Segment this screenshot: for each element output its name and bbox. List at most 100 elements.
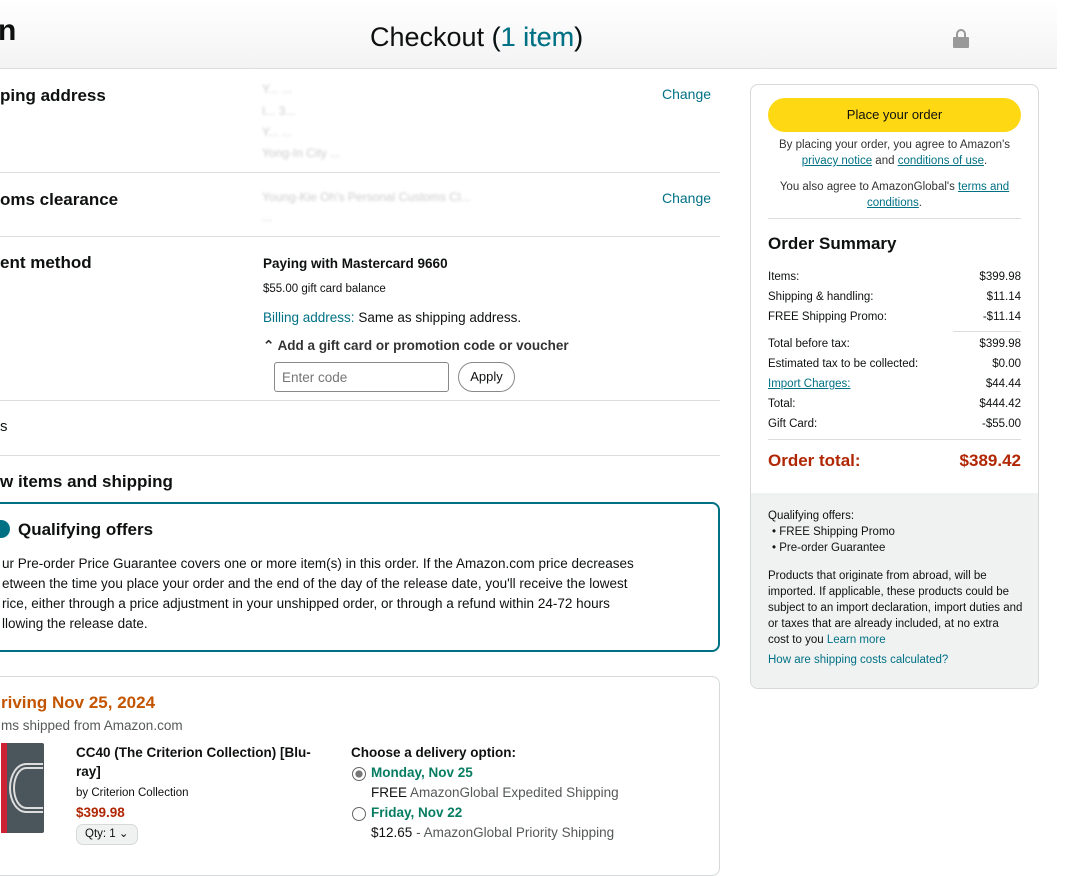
shipment-box: riving Nov 25, 2024 ms shipped from Amaz… — [0, 676, 720, 876]
import-charges-link[interactable]: Import Charges: — [768, 378, 850, 390]
paren: ( — [491, 22, 501, 52]
billing-address: Billing address: Same as shipping addres… — [263, 310, 521, 325]
global-agreement: You also agree to AmazonGlobal's terms a… — [779, 181, 1010, 209]
address-line: Y... ... — [262, 82, 292, 96]
delivery-option-radio-selected[interactable] — [352, 767, 366, 781]
row-value: $0.00 — [992, 358, 1021, 370]
row-label: Shipping & handling: — [768, 291, 874, 303]
item-count: 1 item — [500, 22, 575, 52]
quantity-select[interactable]: Qty: 1 ⌄ — [76, 824, 138, 845]
customs-line: ... — [262, 210, 273, 224]
chevron-up-icon: ⌃ — [263, 338, 275, 353]
qualifying-offers-box: Qualifying offers ur Pre-order Price Gua… — [0, 502, 720, 652]
qualifying-offers-list: Qualifying offers: • FREE Shipping Promo… — [768, 510, 1023, 668]
promo-toggle-label: Add a gift card or promotion code or vou… — [277, 338, 569, 353]
billing-address-value: Same as shipping address. — [358, 310, 522, 325]
summary-row: Import Charges: $44.44 — [768, 378, 1021, 390]
billing-address-label[interactable]: Billing address: — [263, 310, 355, 325]
offer-text: ur Pre-order Price Guarantee covers one … — [2, 556, 634, 571]
card-info: Paying with Mastercard 9660 — [263, 256, 448, 271]
delivery-option-date[interactable]: Monday, Nov 25 — [371, 765, 473, 780]
learn-more-link[interactable]: Learn more — [827, 634, 886, 646]
delivery-option-desc: $12.65 - AmazonGlobal Priority Shipping — [371, 825, 614, 840]
import-note: Products that originate from abroad, wil… — [768, 570, 1023, 646]
gift-card-balance: $55.00 gift card balance — [263, 283, 386, 295]
item-count-parts: (1 item) — [492, 22, 584, 53]
row-value: $44.44 — [985, 378, 1021, 390]
offer-text: llowing the release date. — [2, 616, 148, 631]
agree-text: You also agree to AmazonGlobal's — [779, 181, 955, 193]
row-label: FREE Shipping Promo: — [768, 311, 887, 323]
agree-text: By placing your order, you agree to Amaz… — [778, 139, 1011, 151]
order-summary-title: Order Summary — [768, 234, 897, 253]
qualifying-item: FREE Shipping Promo — [779, 526, 895, 538]
row-label: Estimated tax to be collected: — [768, 358, 919, 370]
arriving-date: riving Nov 25, 2024 — [1, 693, 156, 712]
privacy-notice-link[interactable]: privacy notice — [802, 155, 872, 167]
divider — [0, 172, 720, 173]
row-value: $399.98 — [979, 271, 1021, 283]
promo-code-input[interactable] — [274, 362, 449, 392]
chevron-down-icon: ⌄ — [118, 828, 129, 840]
product-title-line: CC40 (The Criterion Collection) [Blu- — [76, 745, 311, 760]
delivery-price: $12.65 — [371, 825, 413, 840]
summary-row: Shipping & handling: $11.14 — [768, 291, 1021, 303]
page-title: Checkout (1 item) (1 item) — [370, 22, 583, 53]
change-customs-link[interactable]: Change — [662, 190, 711, 206]
info-icon — [0, 520, 10, 538]
review-items-heading: w items and shipping — [0, 472, 173, 491]
place-order-button[interactable]: Place your order — [768, 98, 1021, 132]
row-value: -$55.00 — [981, 418, 1021, 430]
delivery-option-date[interactable]: Friday, Nov 22 — [371, 805, 462, 820]
product-image[interactable] — [1, 743, 44, 833]
agreement-text: By placing your order, you agree to Amaz… — [778, 139, 1011, 167]
product-title[interactable]: CC40 (The Criterion Collection) [Blu-ray… — [76, 745, 311, 779]
order-total-row: Order total: $389.42 — [768, 451, 1021, 471]
row-value: $444.42 — [979, 398, 1021, 410]
divider — [953, 331, 1021, 332]
divider — [0, 400, 720, 401]
address-line: Y... ... — [262, 125, 292, 139]
offer-text: etween the time you place your order and… — [2, 576, 628, 591]
qualifying-item: Pre-order Guarantee — [779, 542, 886, 554]
divider — [768, 218, 1021, 219]
apply-button[interactable]: Apply — [458, 362, 515, 392]
summary-row: Estimated tax to be collected: $0.00 — [768, 358, 1021, 370]
paren: ) — [574, 22, 584, 52]
row-label: Total before tax: — [768, 338, 850, 350]
promo-toggle[interactable]: ⌃ Add a gift card or promotion code or v… — [263, 338, 569, 354]
divider — [0, 455, 720, 456]
delivery-option-desc: FREE AmazonGlobal Expedited Shipping — [371, 785, 619, 800]
divider — [0, 236, 720, 237]
change-shipping-link[interactable]: Change — [662, 86, 711, 102]
partial-section-label: s — [0, 418, 8, 435]
summary-row: Items: $399.98 — [768, 271, 1021, 283]
row-label: Items: — [768, 271, 800, 283]
order-total-value: $389.42 — [959, 451, 1021, 470]
row-value: -$11.14 — [982, 311, 1021, 323]
offer-text: rice, either through a price adjustment … — [2, 596, 610, 611]
delivery-heading: Choose a delivery option: — [351, 745, 517, 760]
summary-row: Gift Card: -$55.00 — [768, 418, 1021, 430]
product-title-line: ray] — [76, 764, 101, 779]
delivery-desc: AmazonGlobal Expedited Shipping — [410, 785, 619, 800]
shipping-costs-link[interactable]: How are shipping costs calculated? — [768, 652, 1023, 668]
address-line: I... 3... — [262, 104, 296, 118]
conditions-link[interactable]: conditions of use — [898, 155, 984, 167]
divider — [768, 439, 1021, 440]
amazon-logo[interactable]: n — [0, 14, 16, 48]
delivery-option-radio[interactable] — [352, 807, 366, 821]
summary-row: Total: $444.42 — [768, 398, 1021, 410]
row-value: $399.98 — [979, 338, 1021, 350]
row-label: Total: — [768, 398, 796, 410]
title-text: Checkout — [370, 22, 485, 52]
order-summary-panel: Place your order By placing your order, … — [750, 84, 1039, 689]
customs-clearance-label: oms clearance — [0, 190, 119, 209]
order-total-label: Order total: — [768, 451, 861, 470]
address-line: Yong-In City ... — [262, 146, 341, 160]
delivery-price: FREE — [371, 785, 408, 800]
item-count-link[interactable]: (1 item) (1 item) — [492, 22, 584, 53]
header: n Checkout (1 item) (1 item) — [0, 0, 1057, 69]
product-author: by Criterion Collection — [76, 787, 189, 799]
product-price: $399.98 — [76, 805, 125, 820]
